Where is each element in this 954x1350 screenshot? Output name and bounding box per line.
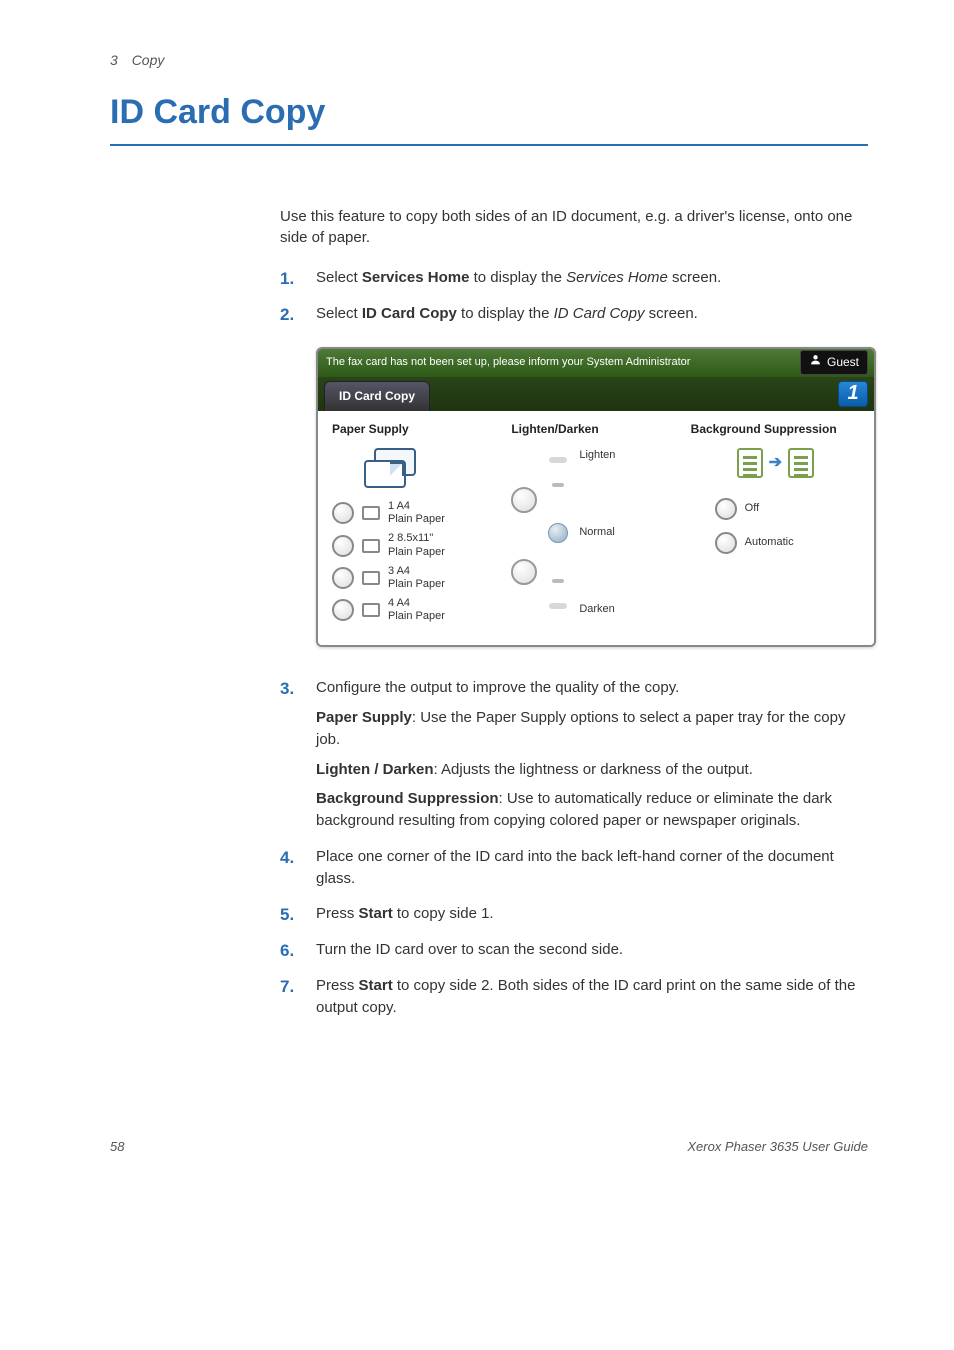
step-6: Turn the ID card over to scan the second… <box>280 939 868 961</box>
lighten-button[interactable] <box>511 487 537 513</box>
book-title: Xerox Phaser 3635 User Guide <box>687 1138 868 1157</box>
normal-label: Normal <box>579 525 615 541</box>
tray-mini-icon <box>362 603 380 617</box>
page-number: 58 <box>110 1138 124 1157</box>
paper-tray-icon <box>364 448 416 492</box>
tray-mini-icon <box>362 506 380 520</box>
radio-icon <box>332 502 354 524</box>
radio-icon <box>332 567 354 589</box>
background-suppression-icon: ➔ <box>691 448 860 478</box>
page-title: ID Card Copy <box>110 88 868 145</box>
step-4: Place one corner of the ID card into the… <box>280 846 868 890</box>
intro-paragraph: Use this feature to copy both sides of a… <box>280 206 868 250</box>
darken-label: Darken <box>579 602 615 618</box>
lighten-darken-column: Lighten/Darken <box>511 421 680 630</box>
section-name: Copy <box>132 52 165 68</box>
user-icon <box>809 353 822 371</box>
tray-mini-icon <box>362 571 380 585</box>
paper-tray-option-1[interactable]: 1 A4Plain Paper <box>332 500 501 526</box>
tab-id-card-copy[interactable]: ID Card Copy <box>324 381 430 410</box>
paper-tray-option-3[interactable]: 3 A4Plain Paper <box>332 565 501 591</box>
chapter-number: 3 <box>110 52 118 68</box>
background-suppression-heading: Background Suppression <box>691 421 860 438</box>
device-screenshot: The fax card has not been set up, please… <box>316 347 876 648</box>
step-1: Select Services Home to display the Serv… <box>280 267 868 289</box>
lighten-darken-slider[interactable] <box>547 457 569 609</box>
step-5: Press Start to copy side 1. <box>280 903 868 925</box>
background-suppression-column: Background Suppression ➔ Off <box>691 421 860 630</box>
paper-supply-heading: Paper Supply <box>332 421 501 438</box>
radio-icon <box>332 599 354 621</box>
step-2: Select ID Card Copy to display the ID Ca… <box>280 303 868 648</box>
step-7: Press Start to copy side 2. Both sides o… <box>280 975 868 1019</box>
bg-suppress-automatic[interactable]: Automatic <box>715 532 860 554</box>
paper-tray-option-4[interactable]: 4 A4Plain Paper <box>332 597 501 623</box>
slider-knob-icon <box>548 523 568 543</box>
running-head: 3 Copy <box>110 50 868 70</box>
paper-tray-option-2[interactable]: 2 8.5x11"Plain Paper <box>332 532 501 558</box>
lighten-label: Lighten <box>579 448 615 464</box>
radio-icon <box>332 535 354 557</box>
radio-icon <box>715 532 737 554</box>
guest-label: Guest <box>827 354 859 371</box>
bg-suppress-off[interactable]: Off <box>715 498 860 520</box>
quantity-badge: 1 <box>838 381 868 407</box>
guest-badge[interactable]: Guest <box>800 350 868 374</box>
step-3: Configure the output to improve the qual… <box>280 677 868 832</box>
status-message: The fax card has not been set up, please… <box>326 355 690 371</box>
lighten-darken-heading: Lighten/Darken <box>511 421 680 438</box>
radio-icon <box>715 498 737 520</box>
arrow-right-icon: ➔ <box>769 451 782 474</box>
paper-supply-column: Paper Supply 1 A4Plain Paper <box>332 421 501 630</box>
tray-mini-icon <box>362 539 380 553</box>
page-footer: 58 Xerox Phaser 3635 User Guide <box>110 1138 868 1157</box>
darken-button[interactable] <box>511 559 537 585</box>
